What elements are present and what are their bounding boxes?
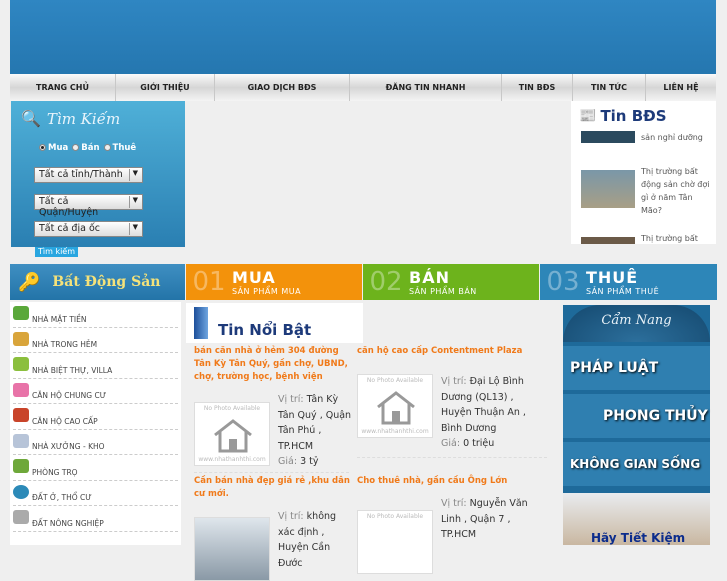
newspaper-icon: 📰: [579, 108, 597, 124]
news-item[interactable]: sản nghỉ dưỡng: [581, 131, 711, 144]
no-photo-image: No Photo Available www.nhathanhthi.com: [357, 374, 433, 438]
nav-real-estate-news[interactable]: TIN BĐS: [502, 74, 573, 101]
no-photo-image: No Photo Available: [357, 510, 433, 574]
menu-item[interactable]: ĐẤT Ở, THỔ CƯ: [13, 481, 178, 506]
radio-buy[interactable]: Mua: [39, 143, 68, 153]
warehouse-icon: [13, 433, 29, 448]
house-icon: [13, 306, 29, 320]
listing-title[interactable]: Cần bán nhà đẹp giá rẻ ,khu dân cư mới.: [194, 475, 354, 501]
magnifier-icon: 🔍: [21, 109, 41, 128]
nav-contact[interactable]: LIÊN HỆ: [646, 74, 716, 101]
search-title: Tìm Kiếm: [46, 109, 121, 128]
handbook-fengshui[interactable]: PHONG THỦY: [563, 394, 710, 438]
no-photo-image: No Photo Available www.nhathanhthi.com: [194, 402, 270, 466]
building-icon: [13, 382, 29, 397]
menu-item[interactable]: ĐẤT NÔNG NGHIỆP: [13, 506, 178, 532]
panel-title: Tin BĐS: [600, 107, 667, 125]
listing-card: Cần bán nhà đẹp giá rẻ ,khu dân cư mới. …: [194, 475, 354, 581]
tab-sell[interactable]: 02 BÁN SẢN PHẨM BÁN: [363, 264, 539, 300]
header-banner: [10, 0, 716, 72]
featured-title: Tin Nổi Bật: [218, 321, 312, 339]
search-button[interactable]: Tìm kiếm: [35, 247, 79, 257]
category-real-estate: 🔑 Bất Động Sản: [10, 264, 185, 300]
radio-rent[interactable]: Thuê: [103, 143, 136, 153]
tab-buy[interactable]: 01 MUA SẢN PHẨM MUA: [186, 264, 362, 300]
tab-rent[interactable]: 03 THUÊ SẢN PHẨM THUÊ: [540, 264, 717, 300]
nav-about[interactable]: GIỚI THIỆU: [116, 74, 215, 101]
main-nav: TRANG CHỦ GIỚI THIỆU GIAO DỊCH BĐS ĐĂNG …: [10, 72, 716, 101]
menu-item[interactable]: PHÒNG TRỌ: [13, 455, 178, 481]
real-estate-news-panel: 📰 Tin BĐS sản nghỉ dưỡng Thị trường bất đ…: [571, 101, 716, 244]
listing-card: bán căn nhà ở hẻm 304 đường Tân Kỳ Tân Q…: [194, 345, 354, 470]
province-select[interactable]: Tất cả tỉnh/Thành ▼: [34, 167, 143, 183]
listing-title[interactable]: Cho thuê nhà, gần cầu Ông Lớn: [357, 475, 547, 488]
house-icon: [13, 331, 29, 346]
chevron-down-icon: ▼: [128, 196, 138, 208]
handbook-living-space[interactable]: KHÔNG GIAN SỐNG: [563, 442, 710, 486]
property-type-select[interactable]: Tất cả địa ốc ▼: [34, 221, 143, 237]
globe-icon: [13, 484, 29, 499]
category-menu: NHÀ MẶT TIỀN NHÀ TRONG HẺM NHÀ BIỆT THỰ,…: [10, 302, 181, 545]
district-select[interactable]: Tất cả Quận/Huyện ▼: [34, 194, 143, 218]
menu-item[interactable]: NHÀ BIỆT THỰ, VILLA: [13, 353, 178, 379]
menu-item[interactable]: CĂN HỘ CHUNG CƯ: [13, 379, 178, 404]
listing-title[interactable]: bán căn nhà ở hẻm 304 đường Tân Kỳ Tân Q…: [194, 345, 354, 384]
news-item[interactable]: Thị trường bất động sản chờ đợi gì ở năm…: [581, 165, 711, 217]
house-icon: [13, 459, 29, 473]
menu-item[interactable]: CĂN HỘ CAO CẤP: [13, 404, 178, 430]
listing-card: căn hộ cao cấp Contentment Plaza No Phot…: [357, 345, 547, 452]
key-icon: 🔑: [18, 271, 41, 293]
nav-post-news[interactable]: ĐĂNG TIN NHANH: [350, 74, 502, 101]
nav-transactions[interactable]: GIAO DỊCH BĐS: [215, 74, 350, 101]
listing-card: Cho thuê nhà, gần cầu Ông Lớn No Photo A…: [357, 475, 547, 574]
listing-photo: [194, 517, 270, 581]
nav-home[interactable]: TRANG CHỦ: [10, 74, 116, 101]
chevron-down-icon: ▼: [128, 169, 138, 181]
radio-sell[interactable]: Bán: [72, 143, 100, 153]
nav-news[interactable]: TIN TỨC: [573, 74, 646, 101]
menu-item[interactable]: NHÀ XƯỞNG - KHO: [13, 430, 178, 455]
menu-item[interactable]: NHÀ TRONG HẺM: [13, 328, 178, 353]
listing-title[interactable]: căn hộ cao cấp Contentment Plaza: [357, 345, 547, 358]
building-icon: [194, 307, 208, 339]
handbook-law[interactable]: PHÁP LUẬT: [563, 346, 710, 390]
villa-icon: [13, 357, 29, 371]
house-icon: [13, 408, 29, 422]
search-panel: 🔍 Tìm Kiếm Mua Bán Thuê Tất cả tỉnh/Thành…: [11, 101, 185, 247]
savings-ad[interactable]: Hãy Tiết Kiệm: [563, 493, 710, 545]
chevron-down-icon: ▼: [128, 223, 138, 235]
featured-header: Tin Nổi Bật: [186, 303, 363, 343]
field-icon: [13, 510, 29, 524]
news-item[interactable]: Thị trường bất: [581, 232, 711, 244]
menu-item[interactable]: NHÀ MẶT TIỀN: [13, 302, 178, 328]
handbook-title: Cẩm Nang: [563, 305, 710, 342]
